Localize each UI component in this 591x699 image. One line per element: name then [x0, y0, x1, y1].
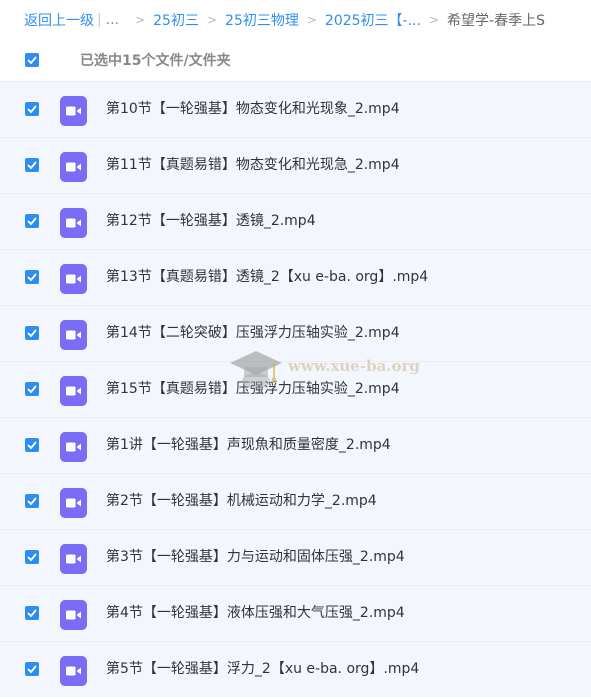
checkmark-icon: [27, 273, 37, 281]
select-all-checkbox[interactable]: [25, 53, 39, 67]
checkmark-icon: [27, 441, 37, 449]
checkmark-icon: [27, 609, 37, 617]
checkmark-icon: [27, 385, 37, 393]
file-name[interactable]: 第13节【真题易错】透镜_2【xu e-ba. org】.mp4: [106, 250, 428, 305]
selection-header: 已选中15个文件/文件夹: [0, 40, 591, 80]
file-name[interactable]: 第10节【一轮强基】物态变化和光现象_2.mp4: [106, 82, 400, 137]
video-file-icon: [60, 264, 87, 294]
file-row[interactable]: 第5节【一轮强基】浮力_2【xu e-ba. org】.mp4: [0, 641, 591, 697]
video-file-icon: [60, 208, 87, 238]
file-row[interactable]: 第11节【真题易错】物态变化和光现急_2.mp4: [0, 137, 591, 193]
file-name[interactable]: 第3节【一轮强基】力与运动和固体压强_2.mp4: [106, 530, 405, 585]
checkmark-icon: [27, 665, 37, 673]
file-checkbox[interactable]: [25, 102, 39, 116]
breadcrumb-item[interactable]: 25初三物理: [225, 10, 299, 30]
file-name[interactable]: 第1讲【一轮强基】声现魚和质量密度_2.mp4: [106, 418, 391, 473]
chevron-right-icon: >: [428, 13, 440, 27]
file-name[interactable]: 第11节【真题易错】物态变化和光现急_2.mp4: [106, 138, 400, 193]
checkmark-icon: [27, 217, 37, 225]
file-name[interactable]: 第12节【一轮强基】透镜_2.mp4: [106, 194, 316, 249]
video-file-icon: [60, 656, 87, 686]
breadcrumb-divider: |: [97, 12, 102, 28]
file-checkbox[interactable]: [25, 158, 39, 172]
file-row[interactable]: 第2节【一轮强基】机械运动和力学_2.mp4: [0, 473, 591, 529]
video-file-icon: [60, 544, 87, 574]
file-checkbox[interactable]: [25, 550, 39, 564]
checkmark-icon: [27, 105, 37, 113]
file-checkbox[interactable]: [25, 606, 39, 620]
file-name[interactable]: 第15节【真题易错】压强浮力压轴实验_2.mp4: [106, 362, 400, 417]
checkmark-icon: [27, 329, 37, 337]
file-row[interactable]: 第1讲【一轮强基】声现魚和质量密度_2.mp4: [0, 417, 591, 473]
chevron-right-icon: >: [135, 13, 146, 27]
video-file-icon: [60, 432, 87, 462]
file-checkbox[interactable]: [25, 494, 39, 508]
file-name[interactable]: 第5节【一轮强基】浮力_2【xu e-ba. org】.mp4: [106, 642, 419, 697]
file-checkbox[interactable]: [25, 214, 39, 228]
breadcrumb-item[interactable]: 2025初三【-...: [325, 10, 421, 30]
file-row[interactable]: 第4节【一轮强基】液体压强和大气压强_2.mp4: [0, 585, 591, 641]
file-checkbox[interactable]: [25, 326, 39, 340]
file-name[interactable]: 第14节【二轮突破】压强浮力压轴实验_2.mp4: [106, 306, 400, 361]
video-file-icon: [60, 488, 87, 518]
chevron-right-icon: >: [306, 13, 317, 27]
breadcrumb-current: 希望学-春季上S: [447, 13, 545, 29]
chevron-right-icon: >: [206, 13, 218, 27]
file-checkbox[interactable]: [25, 270, 39, 284]
video-file-icon: [60, 320, 87, 350]
file-name[interactable]: 第4节【一轮强基】液体压强和大气压强_2.mp4: [106, 586, 405, 641]
file-list: 第10节【一轮强基】物态变化和光现象_2.mp4 第11节【真题易错】物态变化和光…: [0, 81, 591, 697]
file-checkbox[interactable]: [25, 382, 39, 396]
breadcrumb-item[interactable]: 25初三: [153, 10, 199, 30]
back-link[interactable]: 返回上一级: [24, 10, 94, 30]
checkmark-icon: [27, 56, 37, 64]
breadcrumb: 返回上一级 | ... > 25初三 > 25初三物理 > 2025初三【-..…: [0, 0, 591, 40]
file-row[interactable]: 第3节【一轮强基】力与运动和固体压强_2.mp4: [0, 529, 591, 585]
file-row[interactable]: 第10节【一轮强基】物态变化和光现象_2.mp4: [0, 81, 591, 137]
video-file-icon: [60, 600, 87, 630]
breadcrumb-ellipsis[interactable]: ...: [106, 12, 119, 28]
selected-count-label: 已选中15个文件/文件夹: [80, 53, 231, 69]
checkmark-icon: [27, 497, 37, 505]
checkmark-icon: [27, 161, 37, 169]
checkmark-icon: [27, 553, 37, 561]
file-row[interactable]: 第14节【二轮突破】压强浮力压轴实验_2.mp4: [0, 305, 591, 361]
file-row[interactable]: 第15节【真题易错】压强浮力压轴实验_2.mp4: [0, 361, 591, 417]
video-file-icon: [60, 376, 87, 406]
file-name[interactable]: 第2节【一轮强基】机械运动和力学_2.mp4: [106, 474, 377, 529]
file-checkbox[interactable]: [25, 662, 39, 676]
video-file-icon: [60, 96, 87, 126]
video-file-icon: [60, 152, 87, 182]
file-checkbox[interactable]: [25, 438, 39, 452]
file-row[interactable]: 第13节【真题易错】透镜_2【xu e-ba. org】.mp4: [0, 249, 591, 305]
file-row[interactable]: 第12节【一轮强基】透镜_2.mp4: [0, 193, 591, 249]
